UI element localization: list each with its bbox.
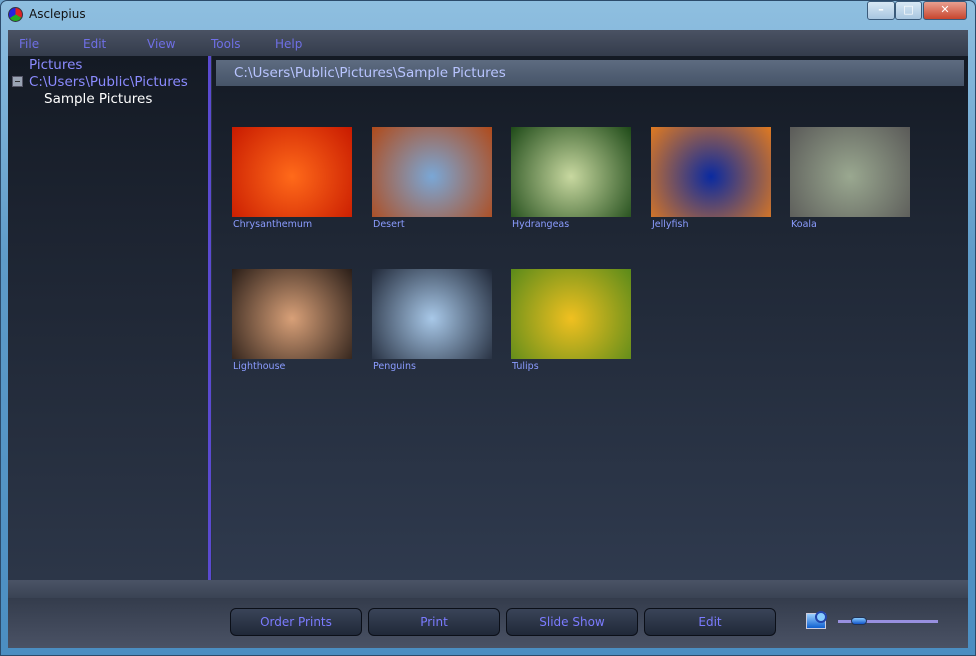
thumbnail-caption: Tulips: [512, 361, 539, 372]
menu-view[interactable]: View: [147, 37, 175, 51]
thumbnail-desert[interactable]: Desert: [372, 127, 492, 230]
collapse-icon[interactable]: [12, 76, 23, 87]
thumbnail-image: [232, 269, 352, 359]
thumbnail-caption: Lighthouse: [233, 361, 286, 372]
maximize-button[interactable]: □: [895, 1, 922, 20]
thumbnail-hydrangeas[interactable]: Hydrangeas: [511, 127, 631, 230]
thumbnail-penguins[interactable]: Penguins: [372, 269, 492, 372]
close-button[interactable]: ✕: [923, 1, 967, 20]
bottom-toolbar: Order Prints Print Slide Show Edit: [8, 598, 968, 648]
menu-tools[interactable]: Tools: [211, 37, 241, 51]
menu-edit[interactable]: Edit: [83, 37, 106, 51]
window-title: Asclepius: [29, 7, 86, 21]
folder-tree: Pictures C:\Users\Public\Pictures Sample…: [8, 56, 208, 580]
print-button[interactable]: Print: [368, 608, 500, 636]
menu-help[interactable]: Help: [275, 37, 302, 51]
thumbnail-image: [372, 269, 492, 359]
tree-item-pictures[interactable]: Pictures: [29, 57, 82, 73]
order-prints-button[interactable]: Order Prints: [230, 608, 362, 636]
thumbnail-caption: Desert: [373, 219, 405, 230]
status-strip: [8, 580, 968, 598]
thumbnail-lighthouse[interactable]: Lighthouse: [232, 269, 352, 372]
thumbnail-caption: Koala: [791, 219, 817, 230]
tree-item-public-pictures[interactable]: C:\Users\Public\Pictures: [29, 74, 188, 90]
thumbnail-caption: Jellyfish: [652, 219, 689, 230]
thumbnail-image: [790, 127, 910, 217]
tree-item-sample-pictures[interactable]: Sample Pictures: [44, 91, 152, 107]
title-bar: Asclepius – □ ✕: [0, 0, 976, 30]
client-area: File Edit View Tools Help Pictures C:\Us…: [8, 30, 968, 648]
thumbnail-image: [372, 127, 492, 217]
thumbnail-chrysanthemum[interactable]: Chrysanthemum: [232, 127, 352, 230]
menu-bar: File Edit View Tools Help: [8, 30, 968, 56]
thumbnail-pane: C:\Users\Public\Pictures\Sample Pictures…: [212, 56, 968, 580]
thumbnail-tulips[interactable]: Tulips: [511, 269, 631, 372]
thumbnail-caption: Hydrangeas: [512, 219, 570, 230]
thumbnail-caption: Chrysanthemum: [233, 219, 313, 230]
thumbnail-image: [651, 127, 771, 217]
splitter[interactable]: [208, 56, 211, 580]
zoom-slider-thumb[interactable]: [850, 617, 867, 625]
thumbnail-image: [511, 269, 631, 359]
thumbnail-koala[interactable]: Koala: [790, 127, 910, 230]
slide-show-button[interactable]: Slide Show: [506, 608, 638, 636]
path-bar: C:\Users\Public\Pictures\Sample Pictures: [216, 60, 964, 86]
edit-button[interactable]: Edit: [644, 608, 776, 636]
menu-file[interactable]: File: [19, 37, 39, 51]
thumbnail-image: [511, 127, 631, 217]
thumbnail-jellyfish[interactable]: Jellyfish: [651, 127, 771, 230]
thumbnail-image: [232, 127, 352, 217]
app-icon: [8, 7, 23, 22]
minimize-button[interactable]: –: [867, 1, 895, 20]
thumbnail-caption: Penguins: [373, 361, 416, 372]
zoom-picture-icon: [806, 611, 827, 629]
